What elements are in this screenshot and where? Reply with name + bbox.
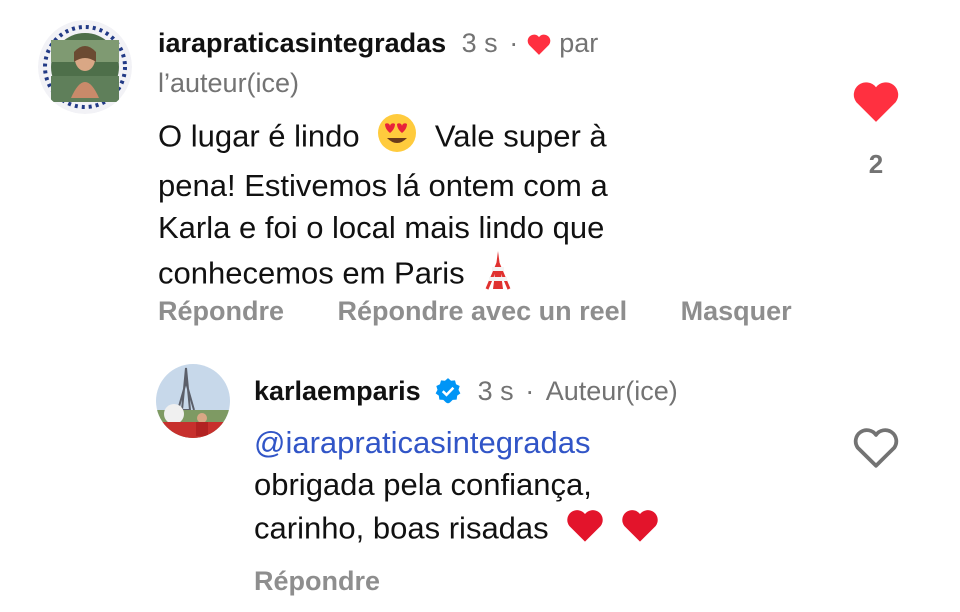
comment-text-line: pena! Estivemos lá ontem com a — [158, 168, 608, 203]
mention-link[interactable]: @iarapraticasintegradas — [254, 422, 814, 464]
separator-dot: · — [509, 28, 519, 58]
comment-username[interactable]: iarapraticasintegradas — [158, 28, 446, 58]
comment-like-column: 2 — [848, 78, 904, 180]
reply-time: 3 s — [477, 376, 514, 406]
reply-text-line: carinho, boas risadas — [254, 510, 549, 546]
heart-outline-icon[interactable] — [850, 424, 902, 475]
comment-text: O lugar é lindo Vale super à pena! Estiv… — [158, 112, 798, 302]
heart-eyes-emoji — [376, 112, 418, 165]
comment-text-line: conhecemos em Paris — [158, 255, 465, 291]
reply-button[interactable]: Répondre — [254, 566, 380, 596]
reply-like-column — [850, 424, 902, 475]
liked-by-label: par — [559, 28, 599, 58]
verified-badge-icon — [434, 376, 462, 416]
reply-with-reel-button[interactable]: Répondre avec un reel — [338, 296, 628, 326]
red-heart-emoji — [565, 506, 605, 555]
reply-text: @iarapraticasintegradas obrigada pela co… — [254, 422, 814, 555]
hide-button[interactable]: Masquer — [681, 296, 792, 326]
heart-filled-icon[interactable] — [848, 78, 904, 129]
reply-username[interactable]: karlaemparis — [254, 376, 421, 406]
liked-by-author-label: l’auteur(ice) — [158, 68, 300, 98]
comment-text-line: Karla e foi o local mais lindo que — [158, 210, 605, 245]
author-badge: Auteur(ice) — [545, 376, 678, 406]
red-heart-emoji — [620, 506, 660, 555]
reply-header: karlaemparis 3 s · Auteur(ice) — [254, 371, 678, 416]
comment-text-line: Vale super à — [434, 118, 607, 154]
comment-text-line: O lugar é lindo — [158, 118, 360, 154]
reply-avatar[interactable] — [156, 364, 230, 438]
commenter-avatar[interactable] — [38, 20, 132, 114]
tokyo-tower-emoji — [481, 249, 515, 302]
reply-button[interactable]: Répondre — [158, 296, 284, 326]
comment-time: 3 s — [461, 28, 498, 58]
heart-filled-icon — [526, 27, 552, 67]
comment-header: iarapraticasintegradas 3 s · par — [158, 23, 598, 67]
like-count[interactable]: 2 — [848, 149, 904, 180]
comment-actions: Répondre Répondre avec un reel Masquer — [158, 296, 838, 327]
reply-text-line: obrigada pela confiança, — [254, 467, 592, 502]
reply-actions: Répondre — [254, 566, 426, 597]
separator-dot: · — [525, 376, 535, 406]
